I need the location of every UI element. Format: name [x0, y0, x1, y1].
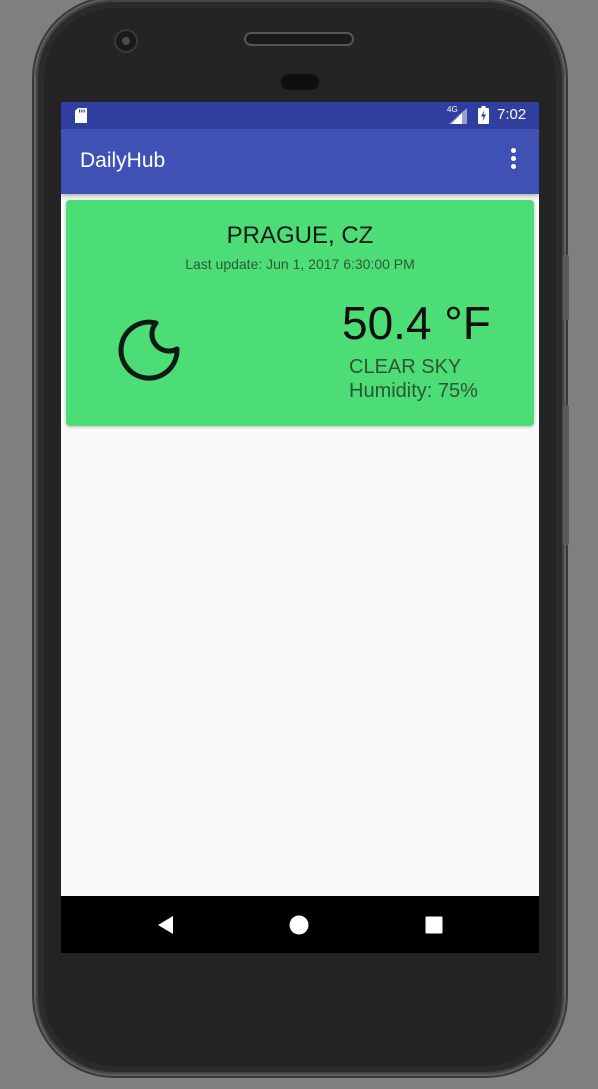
more-vert-dot	[511, 156, 516, 161]
recents-square-icon[interactable]	[421, 912, 447, 938]
moon-clear-night-icon	[118, 319, 180, 381]
weather-card[interactable]: PRAGUE, CZ Last update: Jun 1, 2017 6:30…	[66, 200, 534, 426]
front-camera	[116, 31, 136, 51]
sd-card-icon	[75, 108, 87, 123]
home-circle-icon[interactable]	[286, 912, 312, 938]
more-vert-icon	[511, 148, 516, 153]
app-title: DailyHub	[80, 149, 166, 172]
device-screen: 4G 7:02 DailyHub PRAGUE, CZ Last update:…	[61, 102, 539, 953]
proximity-sensor	[281, 74, 319, 90]
back-triangle-icon[interactable]	[153, 912, 179, 938]
more-vert-dot	[511, 164, 516, 169]
weather-condition: CLEAR SKY	[349, 356, 462, 378]
last-update-text: Last update: Jun 1, 2017 6:30:00 PM	[185, 256, 415, 272]
power-button	[563, 255, 569, 320]
app-toolbar: DailyHub	[61, 129, 539, 194]
overflow-menu-button[interactable]	[499, 147, 527, 175]
earpiece-speaker	[246, 34, 352, 44]
temperature-value: 50.4 °F	[342, 297, 491, 349]
volume-button	[563, 405, 569, 545]
city-name: PRAGUE, CZ	[226, 222, 374, 249]
humidity-value: Humidity: 75%	[349, 380, 478, 402]
battery-charging-icon	[478, 106, 489, 124]
signal-icon	[449, 108, 467, 124]
navigation-bar	[61, 896, 539, 953]
status-clock: 7:02	[497, 106, 527, 123]
status-bar: 4G 7:02	[61, 102, 539, 129]
